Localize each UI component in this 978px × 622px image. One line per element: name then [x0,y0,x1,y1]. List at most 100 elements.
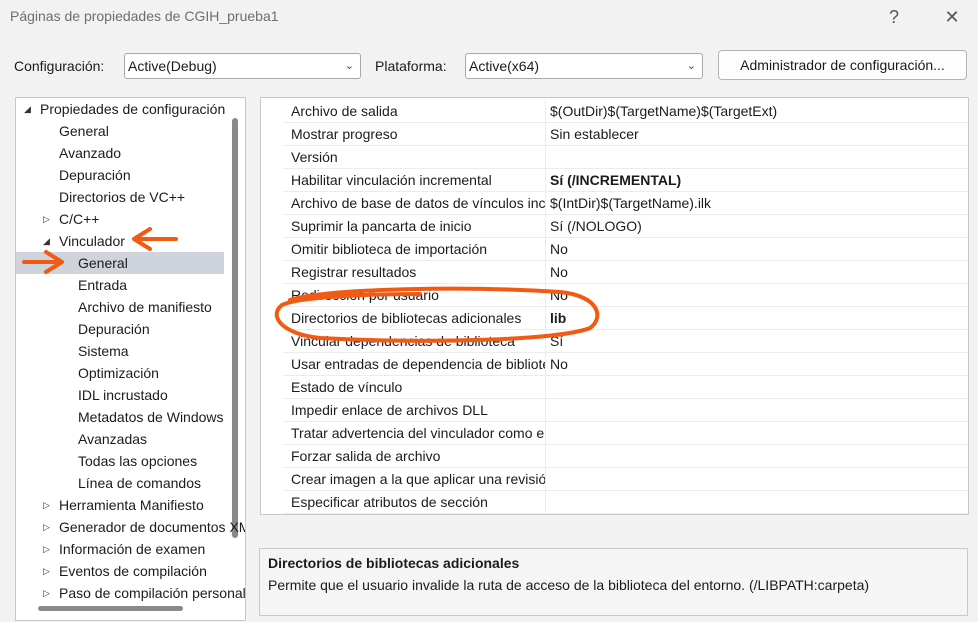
tree-item-label: Sistema [78,343,129,359]
tree-item[interactable]: Todas las opciones [16,450,245,472]
property-row[interactable]: Versión [283,146,968,169]
property-row[interactable]: Redirección por usuario No [283,284,968,307]
property-value[interactable] [545,399,968,421]
collapsed-arrow-icon[interactable]: ▷ [43,516,50,538]
collapsed-arrow-icon[interactable]: ▷ [43,494,50,516]
property-value[interactable]: No [545,353,968,375]
property-value[interactable]: No [545,238,968,260]
property-value[interactable] [545,468,968,490]
tree-item[interactable]: Archivo de manifiesto [16,296,245,318]
tree-item[interactable]: Sistema [16,340,245,362]
tree-item[interactable]: Depuración [16,164,245,186]
property-value[interactable] [545,422,968,444]
property-row[interactable]: Usar entradas de dependencia de bibliote… [283,353,968,376]
collapsed-arrow-icon[interactable]: ▷ [43,560,50,582]
chevron-down-icon: ⌄ [686,60,696,72]
property-row[interactable]: Mostrar progreso Sin establecer [283,123,968,146]
property-value[interactable]: Sí (/NOLOGO) [545,215,968,237]
property-grid[interactable]: Archivo de salida $(OutDir)$(TargetName)$… [260,97,969,515]
property-name: Especificar atributos de sección [291,494,488,510]
grid-gutter [261,98,283,514]
tree-item-label: Avanzadas [78,431,148,447]
property-row[interactable]: Especificar atributos de sección [283,491,968,514]
property-name: Estado de vínculo [291,379,403,395]
property-value[interactable]: lib [545,307,968,329]
property-name: Vincular dependencias de biblioteca [291,333,515,349]
tree-item[interactable]: Avanzado [16,142,245,164]
collapsed-arrow-icon[interactable]: ▷ [43,208,50,230]
tree-item-label: Propiedades de configuración [40,101,226,117]
property-row[interactable]: Estado de vínculo [283,376,968,399]
tree-item[interactable]: ▷ Generador de documentos XML [16,516,245,538]
tree-item[interactable]: Metadatos de Windows [16,406,245,428]
tree-item[interactable]: ◢ Vinculador [16,230,245,252]
property-row[interactable]: Crear imagen a la que aplicar una revisi… [283,468,968,491]
tree-item[interactable]: ▷ C/C++ [16,208,245,230]
property-name: Suprimir la pancarta de inicio [291,218,472,234]
description-title: Directorios de bibliotecas adicionales [268,555,520,571]
tree-item-label: General [59,123,109,139]
property-value[interactable]: No [545,284,968,306]
property-row[interactable]: Directorios de bibliotecas adicionales li… [283,307,968,330]
property-value[interactable] [545,376,968,398]
tree-horizontal-scrollbar[interactable] [38,606,183,611]
tree-item[interactable]: ▷ Eventos de compilación [16,560,245,582]
help-button[interactable]: ? [880,4,908,30]
property-name: Mostrar progreso [291,126,398,142]
tree-item[interactable]: General [16,120,245,142]
tree-item[interactable]: Optimización [16,362,245,384]
property-value[interactable]: $(OutDir)$(TargetName)$(TargetExt) [545,100,968,122]
tree-item[interactable]: IDL incrustado [16,384,245,406]
tree-item-label: Línea de comandos [78,475,201,491]
tree-item[interactable]: ▷ Información de examen [16,538,245,560]
property-value[interactable] [545,146,968,168]
tree-item-label: Archivo de manifiesto [78,299,212,315]
configuration-manager-button[interactable]: Administrador de configuración... [718,50,967,80]
property-tree[interactable]: ◢ Propiedades de configuración General Avan… [15,97,246,621]
tree-item-label: Generador de documentos XML [59,519,246,535]
property-row[interactable]: Suprimir la pancarta de inicio Sí (/NOLOG… [283,215,968,238]
property-name: Impedir enlace de archivos DLL [291,402,488,418]
property-row[interactable]: Tratar advertencia del vinculador como e… [283,422,968,445]
property-name: Redirección por usuario [291,287,439,303]
tree-item[interactable]: ▷ Herramienta Manifiesto [16,494,245,516]
tree-item[interactable]: Línea de comandos [16,472,245,494]
property-value[interactable]: Sí (/INCREMENTAL) [545,169,968,191]
close-button[interactable]: ✕ [938,4,966,30]
tree-item[interactable]: ◢ Propiedades de configuración [16,98,245,120]
property-row[interactable]: Impedir enlace de archivos DLL [283,399,968,422]
property-value[interactable]: No [545,261,968,283]
property-row[interactable]: Vincular dependencias de biblioteca Sí [283,330,968,353]
tree-item-label: Vinculador [59,233,125,249]
property-value[interactable]: $(IntDir)$(TargetName).ilk [545,192,968,214]
property-value[interactable]: Sí [545,330,968,352]
property-name: Tratar advertencia del vinculador como e… [291,425,546,441]
tree-item[interactable]: Depuración [16,318,245,340]
property-value[interactable] [545,445,968,467]
tree-item[interactable]: Avanzadas [16,428,245,450]
tree-item[interactable]: General [16,252,224,274]
expanded-arrow-icon[interactable]: ◢ [24,98,31,120]
property-row[interactable]: Archivo de salida $(OutDir)$(TargetName)$… [283,100,968,123]
tree-item-label: Metadatos de Windows [78,409,224,425]
collapsed-arrow-icon[interactable]: ▷ [43,582,50,604]
tree-item[interactable]: ▷ Paso de compilación personalizado [16,582,245,604]
property-name: Crear imagen a la que aplicar una revisi… [291,471,546,487]
property-row[interactable]: Omitir biblioteca de importación No [283,238,968,261]
tree-item[interactable]: Directorios de VC++ [16,186,245,208]
platform-select[interactable]: Active(x64) ⌄ [465,53,703,79]
property-row[interactable]: Registrar resultados No [283,261,968,284]
collapsed-arrow-icon[interactable]: ▷ [43,538,50,560]
property-name: Registrar resultados [291,264,417,280]
expanded-arrow-icon[interactable]: ◢ [43,230,50,252]
tree-item-label: IDL incrustado [78,387,168,403]
tree-item-label: Entrada [78,277,128,293]
property-value[interactable]: Sin establecer [545,123,968,145]
property-row[interactable]: Habilitar vinculación incremental Sí (/IN… [283,169,968,192]
tree-item[interactable]: Entrada [16,274,245,296]
property-value[interactable] [545,491,968,513]
tree-item-label: C/C++ [59,211,100,227]
configuration-select[interactable]: Active(Debug) ⌄ [124,53,361,79]
property-row[interactable]: Archivo de base de datos de vínculos inc… [283,192,968,215]
property-row[interactable]: Forzar salida de archivo [283,445,968,468]
